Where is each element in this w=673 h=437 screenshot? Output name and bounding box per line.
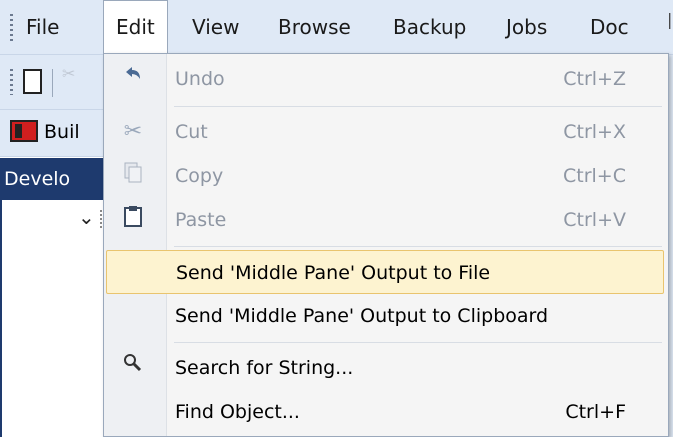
menu-item-cut[interactable]: ✂ Cut Ctrl+X xyxy=(104,110,666,154)
toolbar-grip[interactable] xyxy=(10,69,13,95)
menu-item-paste[interactable]: Paste Ctrl+V xyxy=(104,198,666,242)
undo-icon xyxy=(116,63,150,95)
left-edge xyxy=(0,200,2,437)
menu-doc[interactable]: Doc xyxy=(590,0,629,54)
menu-item-find-object-shortcut: Ctrl+F xyxy=(565,401,626,423)
menu-browse[interactable]: Browse xyxy=(278,0,351,54)
search-icon xyxy=(116,352,150,384)
chevron-down-icon[interactable]: ⌄ xyxy=(78,205,95,229)
section-header: Develo xyxy=(0,158,110,200)
menu-edit[interactable]: Edit xyxy=(103,0,168,54)
toolbar: ✂ xyxy=(0,55,110,110)
cut-toolbar-icon[interactable]: ✂ xyxy=(62,66,75,82)
menu-item-paste-shortcut: Ctrl+V xyxy=(563,209,626,231)
menu-item-cut-shortcut: Ctrl+X xyxy=(563,121,626,143)
menu-item-send-output-to-clipboard-label: Send 'Middle Pane' Output to Clipboard xyxy=(175,305,549,327)
menu-file[interactable]: File xyxy=(26,0,59,54)
copy-icon xyxy=(116,160,150,192)
new-document-icon[interactable] xyxy=(23,69,42,94)
menu-item-copy[interactable]: Copy Ctrl+C xyxy=(104,154,666,198)
menu-separator xyxy=(174,246,662,247)
cut-icon: ✂ xyxy=(123,119,143,144)
builder-tab[interactable]: Buil xyxy=(0,110,110,157)
menubar-grip[interactable] xyxy=(10,14,13,42)
paste-icon xyxy=(116,204,150,236)
builder-icon xyxy=(10,120,38,142)
menu-item-undo[interactable]: Undo Ctrl+Z xyxy=(104,57,666,101)
menu-item-undo-shortcut: Ctrl+Z xyxy=(563,68,626,90)
edit-menu-dropdown: Undo Ctrl+Z ✂ Cut Ctrl+X Copy Ctrl+C Pas… xyxy=(103,53,669,437)
menu-backup[interactable]: Backup xyxy=(393,0,466,54)
menu-item-send-output-to-clipboard[interactable]: Send 'Middle Pane' Output to Clipboard xyxy=(104,294,666,338)
menu-item-search-for-string-label: Search for String... xyxy=(175,357,354,379)
menu-jobs[interactable]: Jobs xyxy=(506,0,547,54)
menu-item-search-for-string[interactable]: Search for String... xyxy=(104,346,666,390)
menu-item-find-object-label: Find Object... xyxy=(175,401,300,423)
menu-item-paste-label: Paste xyxy=(175,209,227,231)
menu-item-send-output-to-file-label: Send 'Middle Pane' Output to File xyxy=(176,262,491,284)
menu-item-cut-label: Cut xyxy=(175,121,208,143)
menu-item-undo-label: Undo xyxy=(175,68,225,90)
menu-item-copy-label: Copy xyxy=(175,165,224,187)
menu-view[interactable]: View xyxy=(192,0,239,54)
menu-separator xyxy=(174,342,662,343)
toolbar-separator xyxy=(52,69,53,97)
menu-item-find-object[interactable]: Find Object... Ctrl+F xyxy=(104,390,666,434)
menu-item-copy-shortcut: Ctrl+C xyxy=(563,165,626,187)
builder-tab-label: Buil xyxy=(44,121,80,143)
menubar-overflow-marker: | xyxy=(667,10,673,29)
menu-separator xyxy=(174,106,662,107)
menubar: File Edit View Browse Backup Jobs Doc xyxy=(0,0,673,55)
section-header-label: Develo xyxy=(4,168,71,190)
menu-item-send-output-to-file[interactable]: Send 'Middle Pane' Output to File xyxy=(106,250,664,294)
